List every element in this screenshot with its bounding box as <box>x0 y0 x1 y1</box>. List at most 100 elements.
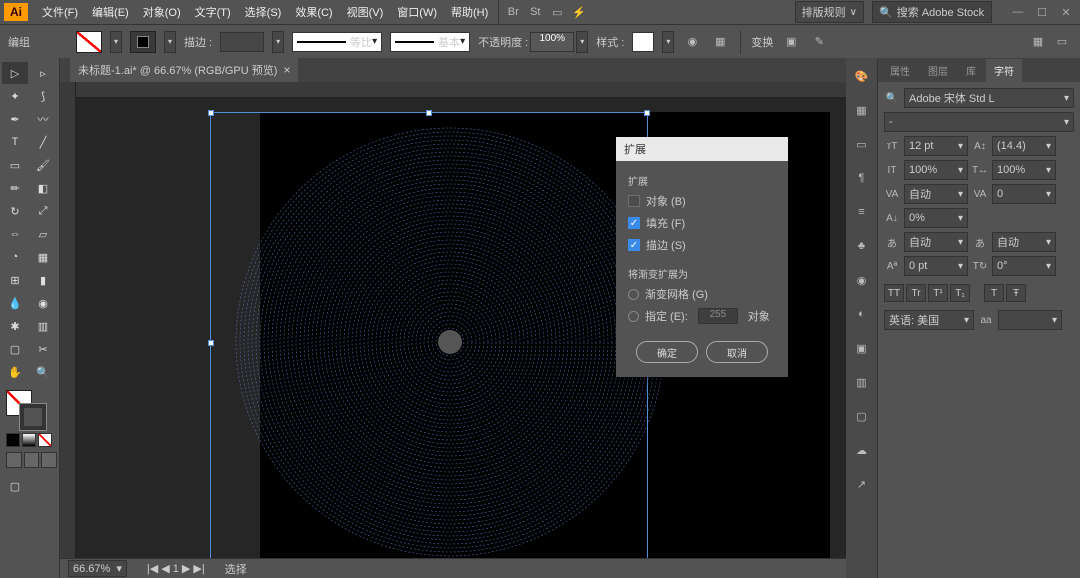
menu-select[interactable]: 选择(S) <box>239 1 288 23</box>
tracking-input[interactable]: 0▾ <box>992 184 1056 204</box>
menu-object[interactable]: 对象(O) <box>137 1 187 23</box>
bridge-icon[interactable]: Br <box>503 4 523 20</box>
zoom-dropdown[interactable]: 66.67%▾ <box>68 560 127 577</box>
stroke-panel-icon[interactable]: ≡ <box>852 202 872 222</box>
draw-behind[interactable] <box>24 452 40 468</box>
window-minimize[interactable]: — <box>1008 4 1028 20</box>
asset-panel-icon[interactable]: ▥ <box>852 372 872 392</box>
appearance-panel-icon[interactable]: ◉ <box>852 270 872 290</box>
eyedropper-tool[interactable]: 💧 <box>2 292 28 314</box>
opacity-input[interactable]: 100% <box>530 32 574 52</box>
zoom-tool[interactable]: 🔍 <box>30 361 56 383</box>
fill-checkbox-row[interactable]: ✓ 填充 (F) <box>626 212 778 234</box>
menu-view[interactable]: 视图(V) <box>341 1 390 23</box>
selection-bounding-box[interactable] <box>210 112 648 558</box>
cancel-button[interactable]: 取消 <box>706 341 768 363</box>
free-transform-tool[interactable]: ▱ <box>30 223 56 245</box>
stock-search[interactable]: 🔍搜索 Adobe Stock <box>872 1 992 23</box>
symbols-panel-icon[interactable]: ¶ <box>852 168 872 188</box>
panel-toggle-icon[interactable]: ▭ <box>1052 32 1072 52</box>
paintbrush-tool[interactable]: 🖌 <box>30 154 56 176</box>
rectangle-tool[interactable]: ▭ <box>2 154 28 176</box>
font-size-input[interactable]: 12 pt▾ <box>904 136 968 156</box>
tab-close-icon[interactable]: × <box>283 63 290 77</box>
color-panel-icon[interactable]: 🎨 <box>852 66 872 86</box>
smallcaps-button[interactable]: Tr <box>906 284 926 302</box>
ruler-horizontal[interactable] <box>60 82 846 98</box>
stroke-weight-dd[interactable]: ▾ <box>272 31 284 53</box>
draw-normal[interactable] <box>6 452 22 468</box>
ruler-vertical[interactable] <box>60 82 76 558</box>
eraser-tool[interactable]: ◧ <box>30 177 56 199</box>
hand-tool[interactable]: ✋ <box>2 361 28 383</box>
fill-dropdown[interactable]: ▾ <box>110 31 122 53</box>
vscale-input[interactable]: 100%▾ <box>904 160 968 180</box>
font-style-dropdown[interactable]: -▾ <box>884 112 1074 132</box>
color-swatch[interactable] <box>6 433 20 447</box>
menu-effect[interactable]: 效果(C) <box>289 1 338 23</box>
mesh-tool[interactable]: ⊞ <box>2 269 28 291</box>
tab-properties[interactable]: 属性 <box>882 59 918 82</box>
graphic-styles-panel-icon[interactable]: ◐ <box>852 304 872 324</box>
brush-dropdown[interactable]: 基本 ▾ <box>390 32 470 52</box>
stroke-color[interactable] <box>20 404 46 430</box>
gradient-swatch[interactable] <box>22 433 36 447</box>
ok-button[interactable]: 确定 <box>636 341 698 363</box>
layers-panel-icon[interactable]: ▣ <box>852 338 872 358</box>
window-close[interactable]: ✕ <box>1056 4 1076 20</box>
direct-selection-tool[interactable]: ▹ <box>30 62 56 84</box>
tab-libraries[interactable]: 库 <box>958 59 984 82</box>
baseline-pct-input[interactable]: 0%▾ <box>904 208 968 228</box>
gpu-icon[interactable]: ⚡ <box>569 4 589 20</box>
gradient-tool[interactable]: ▮ <box>30 269 56 291</box>
tab-layers[interactable]: 图层 <box>920 59 956 82</box>
tsume-input[interactable]: 自动▾ <box>904 232 968 252</box>
libraries-panel-icon[interactable]: ☁ <box>852 440 872 460</box>
slice-tool[interactable]: ✂ <box>30 338 56 360</box>
allcaps-button[interactable]: TT <box>884 284 904 302</box>
tab-character[interactable]: 字符 <box>986 59 1022 82</box>
stroke-checkbox[interactable]: ✓ <box>628 239 640 251</box>
profile-dropdown[interactable]: 等比 ▾ <box>292 32 382 52</box>
info-panel-icon[interactable]: ↗ <box>852 474 872 494</box>
align-icon[interactable]: ▦ <box>710 32 730 52</box>
lasso-tool[interactable]: ⟆ <box>30 85 56 107</box>
perspective-tool[interactable]: ▦ <box>30 246 56 268</box>
antialias-dropdown[interactable]: ▾ <box>998 310 1062 330</box>
type-tool[interactable]: T <box>2 131 28 153</box>
shaper-tool[interactable]: ✏ <box>2 177 28 199</box>
stroke-dropdown[interactable]: ▾ <box>164 31 176 53</box>
language-dropdown[interactable]: 英语: 美国▾ <box>884 310 974 330</box>
fill-swatch[interactable] <box>76 31 102 53</box>
aki-input[interactable]: 自动▾ <box>992 232 1056 252</box>
layout-dropdown[interactable]: 排版规则∨ <box>795 1 864 23</box>
sel-handle-nw[interactable] <box>208 110 214 116</box>
artboards-panel-icon[interactable]: ▢ <box>852 406 872 426</box>
document-tab[interactable]: 未标题-1.ai* @ 66.67% (RGB/GPU 预览) × <box>70 58 298 82</box>
stroke-weight-input[interactable] <box>220 32 264 52</box>
baseline-shift-input[interactable]: 0 pt▾ <box>904 256 968 276</box>
magic-wand-tool[interactable]: ✦ <box>2 85 28 107</box>
isolate-icon[interactable]: ▣ <box>781 32 801 52</box>
screen-mode[interactable]: ▢ <box>2 475 28 497</box>
window-maximize[interactable]: ☐ <box>1032 4 1052 20</box>
style-dd[interactable]: ▾ <box>662 31 674 53</box>
graphic-style-swatch[interactable] <box>632 32 654 52</box>
none-swatch[interactable] <box>38 433 52 447</box>
strikethrough-button[interactable]: Ŧ <box>1006 284 1026 302</box>
subscript-button[interactable]: T₁ <box>950 284 970 302</box>
blend-tool[interactable]: ◉ <box>30 292 56 314</box>
menu-type[interactable]: 文字(T) <box>189 1 237 23</box>
underline-button[interactable]: T <box>984 284 1004 302</box>
line-tool[interactable]: ╱ <box>30 131 56 153</box>
draw-inside[interactable] <box>41 452 57 468</box>
fill-checkbox[interactable]: ✓ <box>628 217 640 229</box>
stock-icon[interactable]: St <box>525 4 545 20</box>
artboard-tool[interactable]: ▢ <box>2 338 28 360</box>
scale-tool[interactable]: ⤢ <box>30 200 56 222</box>
artboard-nav[interactable]: |◀ ◀ 1 ▶ ▶| <box>147 562 205 575</box>
superscript-button[interactable]: T¹ <box>928 284 948 302</box>
panel-grid-icon[interactable]: ▦ <box>1028 32 1048 52</box>
stroke-checkbox-row[interactable]: ✓ 描边 (S) <box>626 234 778 256</box>
brushes-panel-icon[interactable]: ▭ <box>852 134 872 154</box>
